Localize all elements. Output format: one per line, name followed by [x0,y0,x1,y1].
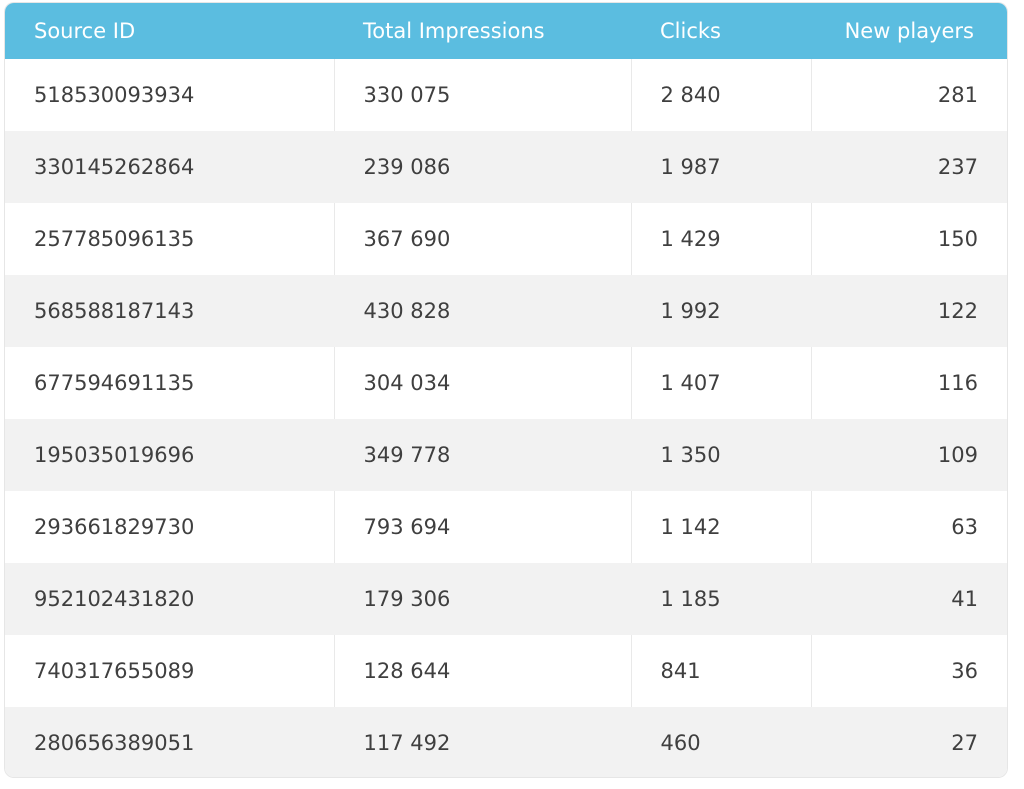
cell-new-players: 63 [951,515,978,539]
cell-source-id: 280656389051 [5,707,335,777]
table-header: Source ID Total Impressions Clicks New p… [5,3,1007,59]
cell-source-id: 740317655089 [5,635,335,707]
cell-clicks: 841 [631,635,812,707]
table-row: 195035019696 349 778 1 350 109 [5,419,1007,491]
cell-clicks: 1 407 [631,347,812,419]
cell-new-players: 109 [937,443,978,467]
cell-new-players: 150 [937,227,978,251]
cell-source-id: 518530093934 [5,59,335,131]
cell-total-impressions: 117 492 [334,707,632,777]
cell-new-players: 281 [937,83,978,107]
cell-new-players: 41 [951,587,978,611]
cell-total-impressions: 793 694 [334,491,632,563]
header-clicks[interactable]: Clicks [631,3,811,59]
source-stats-table-card: Source ID Total Impressions Clicks New p… [5,3,1007,777]
cell-total-impressions: 179 306 [334,563,632,635]
cell-clicks: 1 987 [631,131,812,203]
cell-total-impressions: 128 644 [334,635,632,707]
table-row: 280656389051 117 492 460 27 [5,707,1007,777]
table-row: 568588187143 430 828 1 992 122 [5,275,1007,347]
cell-source-id: 952102431820 [5,563,335,635]
cell-total-impressions: 349 778 [334,419,632,491]
table-row: 257785096135 367 690 1 429 150 [5,203,1007,275]
cell-source-id: 677594691135 [5,347,335,419]
table-row: 677594691135 304 034 1 407 116 [5,347,1007,419]
cell-new-players: 27 [951,731,978,755]
cell-total-impressions: 304 034 [334,347,632,419]
table-row: 330145262864 239 086 1 987 237 [5,131,1007,203]
cell-clicks: 1 992 [631,275,812,347]
cell-clicks: 1 142 [631,491,812,563]
cell-clicks: 1 429 [631,203,812,275]
header-source-id[interactable]: Source ID [5,3,334,59]
cell-total-impressions: 330 075 [334,59,632,131]
cell-clicks: 2 840 [631,59,812,131]
cell-total-impressions: 430 828 [334,275,632,347]
table-body: 518530093934 330 075 2 840 281 330145262… [5,59,1007,777]
table-row: 518530093934 330 075 2 840 281 [5,59,1007,131]
cell-clicks: 1 185 [631,563,812,635]
cell-new-players: 116 [937,371,978,395]
cell-clicks: 460 [631,707,812,777]
cell-new-players: 237 [937,155,978,179]
cell-source-id: 293661829730 [5,491,335,563]
header-new-players[interactable]: New players [811,3,1007,59]
source-stats-table: Source ID Total Impressions Clicks New p… [5,3,1007,777]
cell-total-impressions: 239 086 [334,131,632,203]
table-row: 293661829730 793 694 1 142 63 [5,491,1007,563]
cell-new-players: 36 [951,659,978,683]
header-total-impressions[interactable]: Total Impressions [334,3,631,59]
cell-new-players: 122 [937,299,978,323]
cell-clicks: 1 350 [631,419,812,491]
cell-source-id: 330145262864 [5,131,335,203]
cell-total-impressions: 367 690 [334,203,632,275]
table-row: 952102431820 179 306 1 185 41 [5,563,1007,635]
cell-source-id: 257785096135 [5,203,335,275]
cell-source-id: 195035019696 [5,419,335,491]
table-row: 740317655089 128 644 841 36 [5,635,1007,707]
cell-source-id: 568588187143 [5,275,335,347]
header-row: Source ID Total Impressions Clicks New p… [5,3,1007,59]
